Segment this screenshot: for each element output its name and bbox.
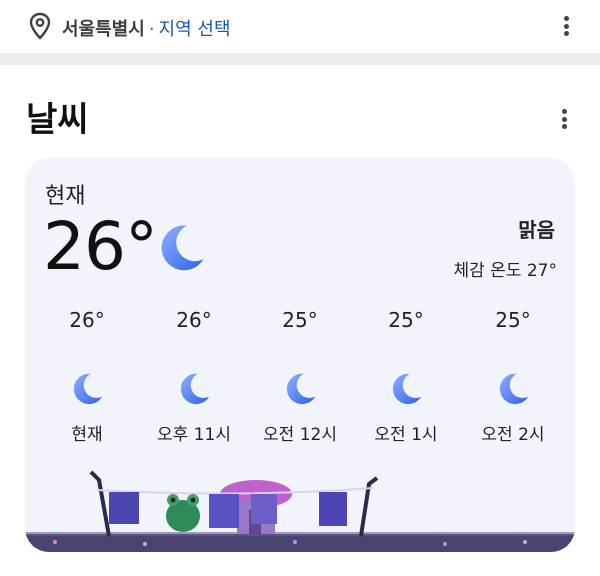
location-separator: · (148, 19, 155, 40)
current-temperature: 26° (43, 208, 158, 285)
current-label: 현재 (45, 184, 86, 209)
hourly-item[interactable]: 26° 현재 (32, 308, 142, 445)
hourly-item[interactable]: 25° 오전 12시 (245, 308, 355, 445)
moon-icon (494, 370, 532, 408)
moon-icon (153, 220, 209, 276)
hourly-item[interactable]: 25° 오전 1시 (351, 308, 461, 445)
section-title: 날씨 (26, 100, 89, 140)
current-condition: 맑음 (518, 218, 555, 242)
ground (25, 534, 575, 552)
hourly-time: 오전 2시 (481, 425, 545, 445)
hourly-temp: 26° (69, 308, 105, 332)
section-divider (0, 53, 600, 65)
hourly-time: 현재 (71, 425, 103, 445)
change-location-link[interactable]: 지역 선택 (159, 19, 231, 40)
laundry (109, 492, 139, 524)
location-bar: 서울특별시 · 지역 선택 (0, 0, 600, 52)
location-text: 서울특별시 · 지역 선택 (62, 15, 231, 41)
hourly-time: 오후 11시 (157, 425, 231, 445)
weather-card[interactable]: 현재 26° 맑음 체감 온도 27° 26° 현재 26° 오후 11시 25… (25, 158, 575, 552)
more-vert-icon[interactable] (556, 14, 576, 38)
pole-left (89, 470, 111, 537)
hourly-time: 오전 1시 (374, 425, 438, 445)
hourly-item[interactable]: 26° 오후 11시 (139, 308, 249, 445)
location-pin-icon (29, 12, 51, 40)
location-city: 서울특별시 (62, 19, 145, 40)
moon-icon (68, 370, 106, 408)
more-vert-icon[interactable] (554, 107, 574, 131)
hourly-temp: 25° (495, 308, 531, 332)
hourly-item[interactable]: 25° 오전 2시 (458, 308, 568, 445)
weather-illustration (25, 470, 575, 552)
hourly-temp: 26° (176, 308, 212, 332)
hourly-temp: 25° (282, 308, 318, 332)
pole-right (359, 476, 379, 537)
hourly-forecast: 26° 현재 26° 오후 11시 25° 오전 12시 25° 오전 1시 2… (25, 308, 575, 448)
hourly-time: 오전 12시 (263, 425, 337, 445)
moon-icon (281, 370, 319, 408)
moon-icon (387, 370, 425, 408)
feels-like: 체감 온도 27° (453, 261, 558, 281)
moon-icon (175, 370, 213, 408)
hourly-temp: 25° (388, 308, 424, 332)
